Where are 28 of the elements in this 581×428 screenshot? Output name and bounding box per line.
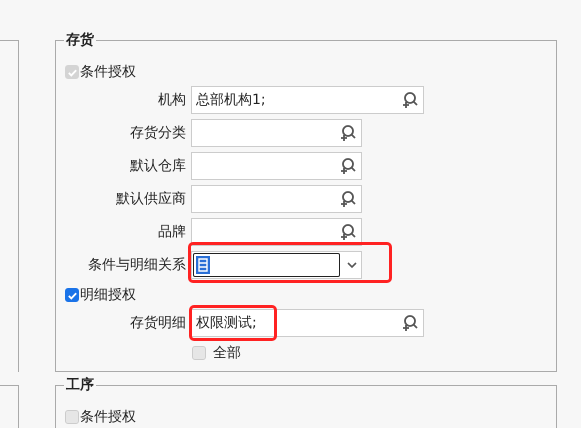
checkbox-label: 条件授权 <box>80 63 136 81</box>
dropdown[interactable] <box>191 251 362 279</box>
lookup-field[interactable] <box>191 185 362 213</box>
search-icon[interactable] <box>401 314 419 332</box>
field-label: 默认供应商 <box>115 190 186 208</box>
search-icon[interactable] <box>401 91 419 109</box>
search-icon[interactable] <box>339 157 357 175</box>
field-label: 条件与明细关系 <box>87 256 186 274</box>
search-icon[interactable] <box>339 124 357 142</box>
group-title: 存货 <box>64 30 96 50</box>
field-label: 存货分类 <box>129 124 186 142</box>
field-label: 存货明细 <box>129 314 186 332</box>
checkbox-label: 全部 <box>213 344 241 362</box>
list-icon <box>196 256 210 274</box>
checkbox[interactable] <box>65 288 79 302</box>
field-label: 默认仓库 <box>129 157 186 175</box>
search-icon[interactable] <box>339 190 357 208</box>
field-label: 机构 <box>157 91 186 109</box>
field-label: 品牌 <box>157 223 186 241</box>
lookup-field[interactable]: 权限测试; <box>191 309 424 337</box>
lookup-field[interactable]: 总部机构1; <box>191 86 424 114</box>
caret-icon[interactable] <box>347 261 357 269</box>
checkbox-label: 明细授权 <box>80 286 136 304</box>
search-icon[interactable] <box>339 223 357 241</box>
lookup-field[interactable] <box>191 119 362 147</box>
lookup-field[interactable] <box>191 152 362 180</box>
side-panel <box>0 385 19 428</box>
checkbox-label: 条件授权 <box>80 408 136 426</box>
